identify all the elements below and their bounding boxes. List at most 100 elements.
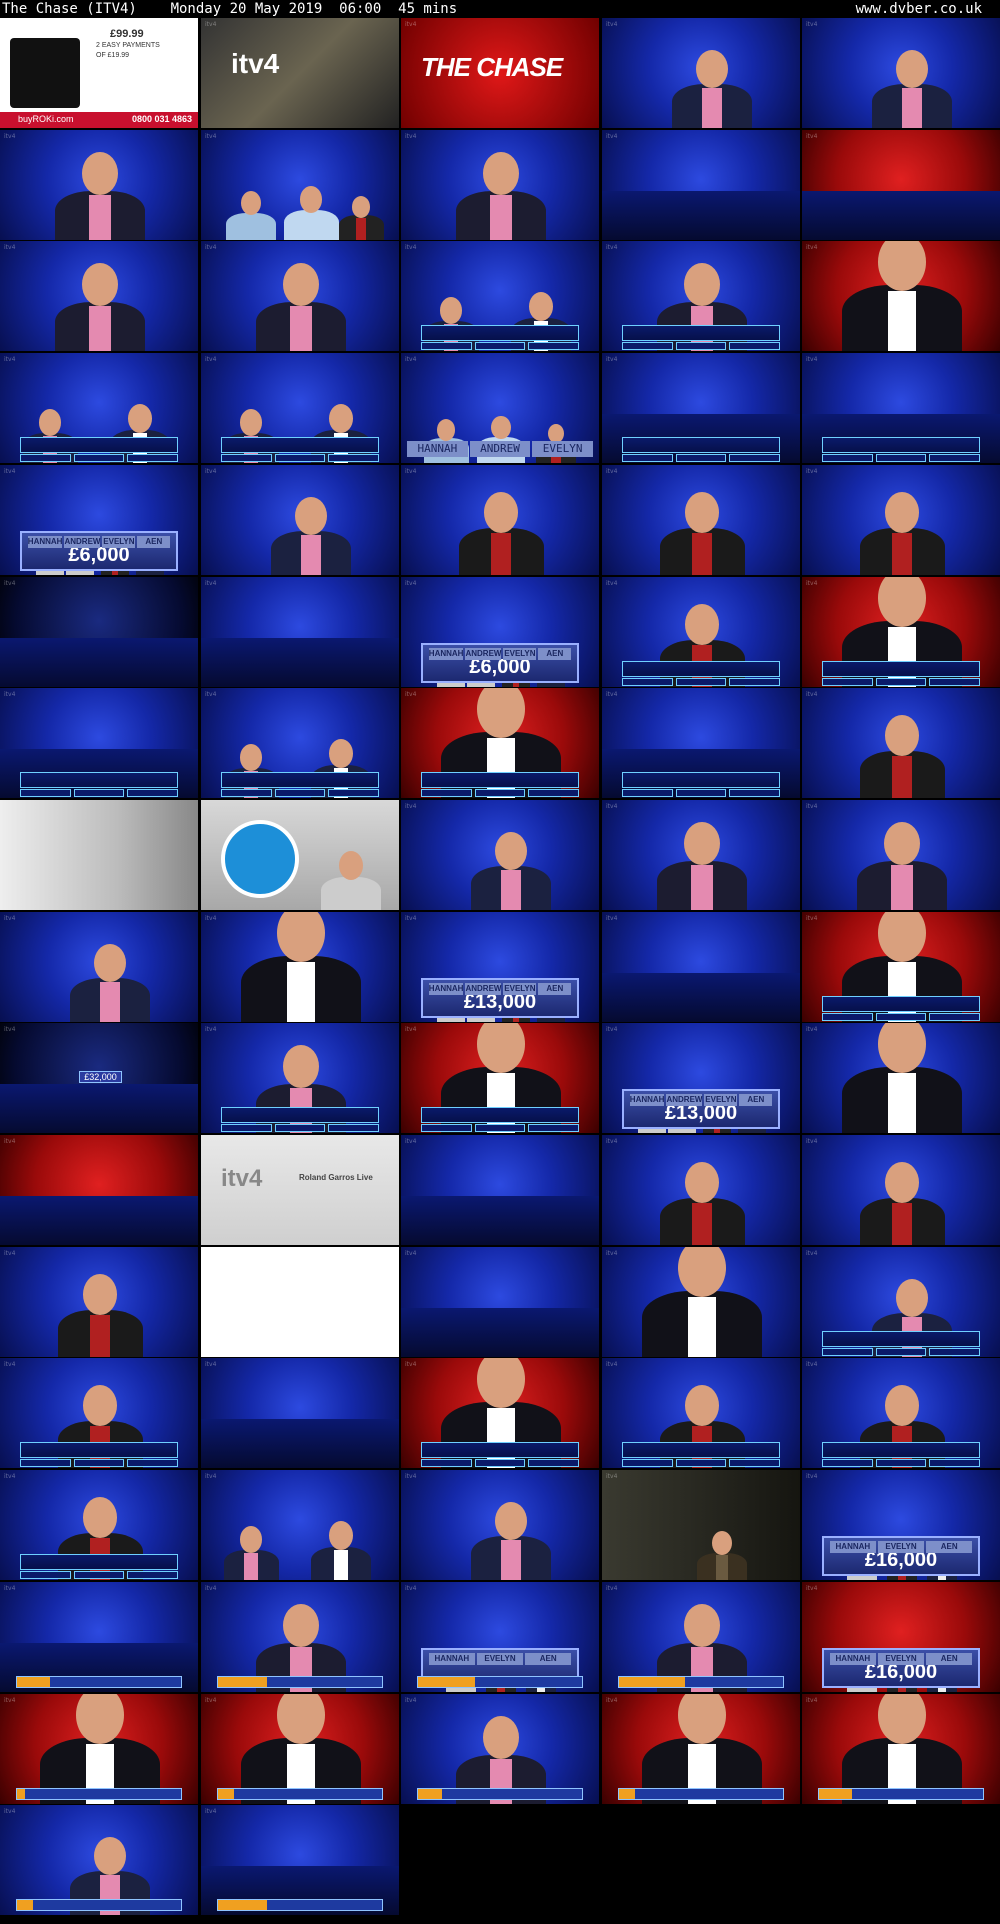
frame-thumbnail[interactable]: itv4 [0,1805,198,1915]
channel-watermark: itv4 [405,803,417,810]
frame-thumbnail[interactable]: itv4 [602,1135,800,1245]
frame-thumbnail[interactable]: itv4 [802,353,1000,463]
frame-thumbnail[interactable]: itv4 [602,1694,800,1804]
frame-thumbnail[interactable]: itv4 [201,912,399,1022]
frame-thumbnail[interactable]: itv4 [0,1582,198,1692]
frame-thumbnail[interactable]: itv4 [802,912,1000,1022]
frame-thumbnail[interactable]: itv4 HANNAH ANDREW EVELYN AEN £6,000 [401,577,599,687]
frame-thumbnail[interactable]: itv4 [0,912,198,1022]
answer-options [420,1124,580,1132]
frame-thumbnail[interactable]: itv4 [401,800,599,910]
frame-thumbnail[interactable]: itv4 [802,1247,1000,1357]
frame-thumbnail[interactable]: itv4 [0,1247,198,1357]
frame-thumbnail[interactable]: itv4 [602,241,800,351]
frame-thumbnail[interactable]: itv4 [802,241,1000,351]
frame-thumbnail[interactable]: itv4 [401,688,599,798]
frame-thumbnail[interactable]: itv4 [401,1023,599,1133]
frame-thumbnail[interactable]: itv4 [0,688,198,798]
frame-thumbnail[interactable] [201,800,399,910]
prize-podium: HANNAH ANDREW EVELYN AEN £6,000 [420,643,580,683]
contestant-names: HANNAH ANDREW EVELYN AEN [428,648,572,660]
frame-thumbnail[interactable]: itv4 HANNAH ANDREW EVELYN [401,353,599,463]
channel-watermark: itv4 [806,1250,818,1257]
frame-thumbnail[interactable]: itv4 [201,688,399,798]
frame-thumbnail[interactable]: itv4 [602,912,800,1022]
site-link[interactable]: www.dvber.co.uk [856,0,982,18]
frame-thumbnail[interactable]: itv4 [802,130,1000,240]
frame-thumbnail[interactable]: itv4 [401,1470,599,1580]
person-head [878,1694,926,1744]
frame-thumbnail[interactable]: itv4 [401,241,599,351]
frame-thumbnail[interactable]: itv4 [802,465,1000,575]
frame-thumbnail[interactable]: itv4 [201,130,399,240]
frame-thumbnail[interactable]: itv4 HANNAH EVELYN AEN £16,000 [802,1470,1000,1580]
frame-thumbnail[interactable]: £99.99 2 EASY PAYMENTS OF £19.99 buyROKi.co… [0,18,198,128]
channel-watermark: itv4 [205,1473,217,1480]
frame-thumbnail[interactable]: itv4 [802,800,1000,910]
frame-thumbnail[interactable]: itv4 [802,688,1000,798]
frame-thumbnail[interactable]: itv4 £32,000 [0,1023,198,1133]
frame-thumbnail[interactable]: itv4 [802,1135,1000,1245]
frame-thumbnail[interactable]: itv4 [401,1135,599,1245]
frame-thumbnail[interactable]: itv4 [802,18,1000,128]
frame-thumbnail[interactable]: itv4 [0,577,198,687]
frame-thumbnail[interactable]: itv4 [201,465,399,575]
person-figure [857,800,947,910]
frame-thumbnail[interactable]: itv4 itv4 [201,18,399,128]
frame-thumbnail[interactable]: itv4 [201,1023,399,1133]
frame-thumbnail[interactable]: itv4 [602,1582,800,1692]
frame-thumbnail[interactable]: itv4 [0,1135,198,1245]
frame-thumbnail[interactable]: itv4 [602,18,800,128]
frame-thumbnail[interactable]: itv4 [201,1358,399,1468]
person-head [684,821,720,865]
chase-score-track [416,1676,584,1688]
frame-thumbnail[interactable]: itv4 [401,1247,599,1357]
frame-thumbnail[interactable]: itv4 [401,1694,599,1804]
frame-thumbnail[interactable]: itv4 [0,1470,198,1580]
frame-thumbnail[interactable]: itv4 [602,688,800,798]
frame-thumbnail[interactable]: itv4 [201,241,399,351]
frame-thumbnail[interactable]: itv4 [602,1247,800,1357]
person-head [83,1384,117,1426]
frame-thumbnail[interactable]: itv4 [802,1694,1000,1804]
contestant-name: AEN [538,648,572,660]
frame-thumbnail[interactable]: itv4 HANNAH EVELYN AEN [401,1582,599,1692]
frame-thumbnail[interactable]: itv4 [0,1358,198,1468]
answer-option [474,1124,526,1132]
frame-thumbnail[interactable]: itv4 [401,1358,599,1468]
frame-thumbnail[interactable]: itv4 [201,353,399,463]
frame-thumbnail[interactable] [201,1247,399,1357]
frame-thumbnail[interactable]: itv4 [201,1582,399,1692]
frame-thumbnail[interactable]: itv4 [802,1023,1000,1133]
frame-thumbnail[interactable]: itv4 [802,577,1000,687]
answer-option [821,1459,873,1467]
frame-thumbnail[interactable]: itv4 HANNAH ANDREW EVELYN AEN £6,000 [0,465,198,575]
frame-thumbnail[interactable]: itv4 [201,1470,399,1580]
frame-thumbnail[interactable]: itv4 HANNAH EVELYN AEN £16,000 [802,1582,1000,1692]
frame-thumbnail[interactable]: itv4 [201,1805,399,1915]
frame-thumbnail[interactable]: itv4 [602,800,800,910]
frame-thumbnail[interactable]: itv4 [602,1470,800,1580]
frame-thumbnail[interactable]: itv4 [401,130,599,240]
person-head [896,1278,928,1317]
frame-thumbnail[interactable]: itv4 [602,353,800,463]
frame-thumbnail[interactable]: itv4 HANNAH ANDREW EVELYN AEN £13,000 [602,1023,800,1133]
frame-thumbnail[interactable]: itv4 [0,130,198,240]
contestant-name: ANDREW [666,1094,703,1106]
frame-thumbnail[interactable]: itv4 [602,465,800,575]
frame-thumbnail[interactable]: itv4 [602,1358,800,1468]
chase-score-track [216,1676,384,1688]
frame-thumbnail[interactable]: itv4 HANNAH ANDREW EVELYN AEN £13,000 [401,912,599,1022]
frame-thumbnail[interactable]: itv4 [201,1694,399,1804]
frame-thumbnail[interactable]: itv4 [401,465,599,575]
frame-thumbnail[interactable]: itv4 [0,353,198,463]
frame-thumbnail[interactable]: itv4 [602,130,800,240]
frame-thumbnail[interactable]: itv4 [602,577,800,687]
frame-thumbnail[interactable]: itv4 Roland Garros Live [201,1135,399,1245]
frame-thumbnail[interactable]: itv4 THE CHASE [401,18,599,128]
frame-thumbnail[interactable]: itv4 [0,241,198,351]
frame-thumbnail[interactable] [0,800,198,910]
frame-thumbnail[interactable]: itv4 [201,577,399,687]
frame-thumbnail[interactable]: itv4 [0,1694,198,1804]
frame-thumbnail[interactable]: itv4 [802,1358,1000,1468]
